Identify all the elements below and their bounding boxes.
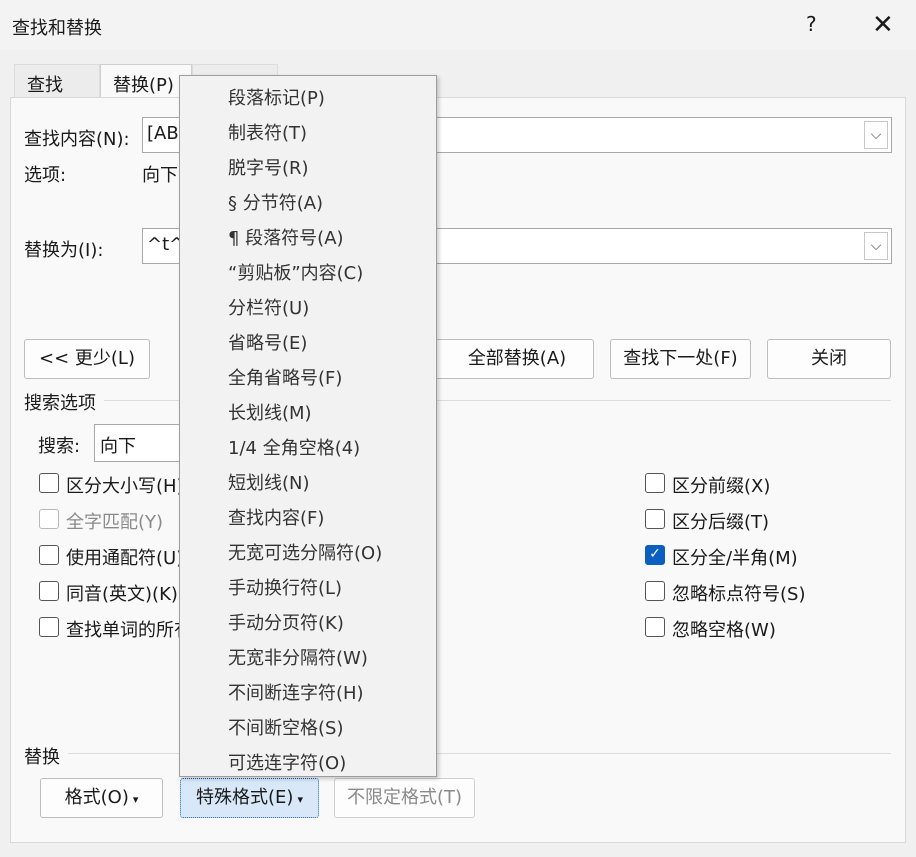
- find-next-button[interactable]: 查找下一处(F): [610, 339, 751, 379]
- menu-item-en-dash[interactable]: 短划线(N): [228, 469, 310, 495]
- search-options-heading: 搜索选项: [24, 393, 96, 414]
- whole-word-checkbox: [39, 509, 59, 529]
- menu-item-fullwidth-ellipsis[interactable]: 全角省略号(F): [228, 364, 342, 390]
- menu-item-no-width-non-break[interactable]: 无宽非分隔符(W): [228, 644, 368, 670]
- find-dropdown-icon[interactable]: ⌵: [864, 121, 888, 149]
- sounds-like-label: 同音(英文)(K): [66, 584, 178, 605]
- match-suffix-label: 区分后缀(T): [672, 512, 770, 533]
- ignore-punctuation-label: 忽略标点符号(S): [672, 584, 806, 605]
- menu-item-find-what[interactable]: 查找内容(F): [228, 504, 324, 530]
- no-formatting-button: 不限定格式(T): [334, 778, 475, 818]
- menu-item-column-break[interactable]: 分栏符(U): [228, 294, 309, 320]
- caret-down-icon: ▾: [132, 793, 139, 806]
- menu-item-manual-page-break[interactable]: 手动分页符(K): [228, 609, 344, 635]
- replace-section-heading: 替换: [24, 747, 60, 768]
- tab-find[interactable]: 查找(D): [14, 64, 100, 118]
- match-suffix-checkbox[interactable]: [645, 509, 665, 529]
- wildcards-label: 使用通配符(U): [66, 548, 184, 569]
- special-format-button[interactable]: 特殊格式(E) ▾: [180, 778, 319, 818]
- menu-item-quarter-space[interactable]: 1/4 全角空格(4): [228, 434, 360, 460]
- less-button[interactable]: << 更少(L): [24, 339, 150, 379]
- menu-item-clipboard[interactable]: “剪贴板”内容(C): [228, 259, 363, 285]
- menu-item-caret[interactable]: 脱字号(R): [228, 154, 309, 180]
- menu-item-ellipsis[interactable]: 省略号(E): [228, 329, 307, 355]
- format-button[interactable]: 格式(O) ▾: [40, 778, 163, 818]
- tab-panel: [10, 97, 906, 843]
- replace-all-label: 全部替换(A): [467, 348, 567, 369]
- dialog-title: 查找和替换: [12, 18, 102, 39]
- ignore-punctuation-checkbox[interactable]: [645, 581, 665, 601]
- menu-item-nonbreaking-hyphen[interactable]: 不间断连字符(H): [228, 679, 364, 705]
- close-button[interactable]: 关闭: [767, 339, 891, 379]
- help-icon[interactable]: ?: [806, 12, 817, 36]
- replace-dropdown-icon[interactable]: ⌵: [864, 232, 888, 260]
- menu-item-section-break[interactable]: § 分节符(A): [228, 189, 323, 215]
- match-case-checkbox[interactable]: [39, 473, 59, 493]
- format-label: 格式(O): [64, 787, 129, 808]
- special-format-label: 特殊格式(E): [196, 787, 294, 808]
- search-direction-value: 向下: [100, 436, 136, 457]
- menu-item-nonbreaking-space[interactable]: 不间断空格(S): [228, 714, 343, 740]
- find-label: 查找内容(N):: [24, 129, 130, 150]
- ignore-space-checkbox[interactable]: [645, 617, 665, 637]
- close-icon[interactable]: ✕: [872, 10, 894, 40]
- special-format-menu: 段落标记(P) 制表符(T) 脱字号(R) § 分节符(A) ¶ 段落符号(A)…: [179, 75, 437, 777]
- menu-item-optional-break[interactable]: 无宽可选分隔符(O): [228, 539, 382, 565]
- menu-item-em-dash[interactable]: 长划线(M): [228, 399, 312, 425]
- options-value: 向下: [142, 165, 178, 186]
- menu-item-optional-hyphen[interactable]: 可选连字符(O): [228, 749, 346, 775]
- search-direction-select[interactable]: 向下: [94, 424, 184, 462]
- menu-item-manual-line-break[interactable]: 手动换行符(L): [228, 574, 342, 600]
- match-width-label: 区分全/半角(M): [672, 548, 798, 569]
- match-prefix-checkbox[interactable]: [645, 473, 665, 493]
- sounds-like-checkbox[interactable]: [39, 581, 59, 601]
- match-prefix-label: 区分前缀(X): [672, 476, 771, 497]
- search-direction-label: 搜索:: [38, 436, 81, 457]
- match-width-checkbox[interactable]: ✓: [645, 545, 665, 565]
- caret-down-icon: ▾: [297, 793, 303, 806]
- title-bar: [0, 0, 916, 50]
- wildcards-checkbox[interactable]: [39, 545, 59, 565]
- whole-word-label: 全字匹配(Y): [66, 512, 164, 533]
- match-case-label: 区分大小写(H): [66, 476, 184, 497]
- all-word-forms-label: 查找单词的所有: [66, 620, 192, 641]
- replace-label: 替换为(I):: [24, 240, 104, 261]
- menu-item-paragraph-mark[interactable]: 段落标记(P): [228, 84, 325, 110]
- menu-item-tab-character[interactable]: 制表符(T): [228, 119, 307, 145]
- menu-item-paragraph-symbol[interactable]: ¶ 段落符号(A): [228, 224, 344, 250]
- options-label: 选项:: [24, 165, 67, 186]
- checkmark-icon: ✓: [649, 546, 661, 562]
- all-word-forms-checkbox[interactable]: [39, 617, 59, 637]
- ignore-space-label: 忽略空格(W): [672, 620, 776, 641]
